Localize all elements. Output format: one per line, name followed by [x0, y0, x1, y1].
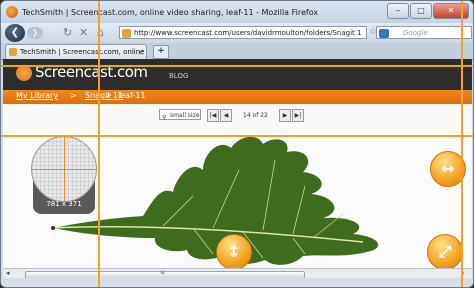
- search-placeholder: Google: [403, 29, 428, 37]
- screencast-logo-icon: [16, 65, 32, 81]
- resize-vertical-handle[interactable]: ↕: [216, 234, 252, 268]
- last-page-button[interactable]: ▶|: [292, 109, 304, 122]
- title-bar: TechSmith | Screencast.com, online video…: [1, 1, 473, 23]
- grip-icon: ≡: [160, 269, 166, 276]
- zoom-value: small size: [170, 112, 200, 119]
- image-viewer[interactable]: 781 x 371 ↔ ↕ ⤢: [3, 126, 472, 268]
- viewer-toolbar: ⚲ small size |◀ ◀ 14 of 22 ▶ ▶|: [3, 104, 472, 127]
- capture-guide-left: [98, 1, 100, 287]
- close-window-button[interactable]: ✕: [433, 3, 469, 19]
- capture-guide-middle: [1, 135, 473, 137]
- tab-close-icon[interactable]: ×: [137, 45, 144, 59]
- address-bar[interactable]: http://www.screencast.com/users/davidrmo…: [119, 26, 367, 39]
- maximize-button[interactable]: □: [410, 3, 432, 19]
- reload-icon[interactable]: ↻: [63, 26, 72, 39]
- back-button[interactable]: ❮: [5, 24, 25, 42]
- search-engine-icon[interactable]: [379, 29, 389, 38]
- breadcrumb: My Library > Snagit 11 > leaf-11: [3, 90, 472, 104]
- capture-dimensions: 781 x 371: [46, 200, 82, 208]
- new-tab-button[interactable]: +: [153, 45, 169, 59]
- address-url: http://www.screencast.com/users/davidrmo…: [134, 29, 362, 37]
- tab-active[interactable]: TechSmith | Screencast.com, online ... ×: [5, 44, 147, 59]
- minimize-button[interactable]: ‒: [387, 3, 409, 19]
- status-bar: [1, 278, 473, 287]
- next-page-button[interactable]: ▶: [279, 109, 291, 122]
- search-input[interactable]: Google: [376, 26, 472, 39]
- breadcrumb-separator: >: [105, 91, 112, 100]
- navigation-toolbar: ❮ ❯ ↻ ✕ ⌂ http://www.screencast.com/user…: [1, 23, 473, 43]
- double-arrow-horizontal-icon: ↔: [441, 159, 455, 178]
- capture-guide-right: [461, 1, 463, 287]
- blog-link[interactable]: BLOG: [169, 72, 188, 80]
- capture-guide-top: [1, 65, 473, 67]
- window-title: TechSmith | Screencast.com, online video…: [22, 7, 319, 17]
- page-content: Screencast.com BLOG My Library > Snagit …: [3, 59, 472, 268]
- double-arrow-vertical-icon: ↕: [227, 242, 241, 261]
- zoom-select[interactable]: ⚲ small size: [159, 109, 201, 121]
- breadcrumb-separator: >: [70, 91, 77, 100]
- tab-label: TechSmith | Screencast.com, online ...: [20, 48, 147, 56]
- forward-button[interactable]: ❯: [27, 27, 43, 39]
- site-header: Screencast.com BLOG: [3, 59, 472, 90]
- firefox-icon: [6, 6, 18, 18]
- tab-strip: TechSmith | Screencast.com, online ... ×…: [1, 43, 473, 60]
- browser-window: TechSmith | Screencast.com, online video…: [0, 0, 474, 288]
- resize-diagonal-handle[interactable]: ⤢: [427, 234, 463, 268]
- prev-page-button[interactable]: ◀: [220, 109, 232, 122]
- site-favicon-icon: [122, 29, 131, 38]
- breadcrumb-current: leaf-11: [118, 91, 146, 100]
- crosshair-vertical: [64, 137, 65, 201]
- scroll-left-icon[interactable]: ◂: [6, 269, 10, 277]
- magnifier-tooltip: 781 x 371: [31, 136, 97, 236]
- first-page-button[interactable]: |◀: [207, 109, 219, 122]
- tab-favicon-icon: [9, 48, 17, 56]
- stop-icon[interactable]: ✕: [79, 26, 88, 39]
- window-controls: ‒ □ ✕: [387, 3, 469, 19]
- breadcrumb-my-library[interactable]: My Library: [16, 91, 58, 100]
- double-arrow-diagonal-icon: ⤢: [438, 242, 452, 261]
- page-counter: 14 of 22: [243, 112, 268, 119]
- magnify-icon: ⚲: [162, 114, 167, 121]
- magnifier-lens: [31, 136, 97, 202]
